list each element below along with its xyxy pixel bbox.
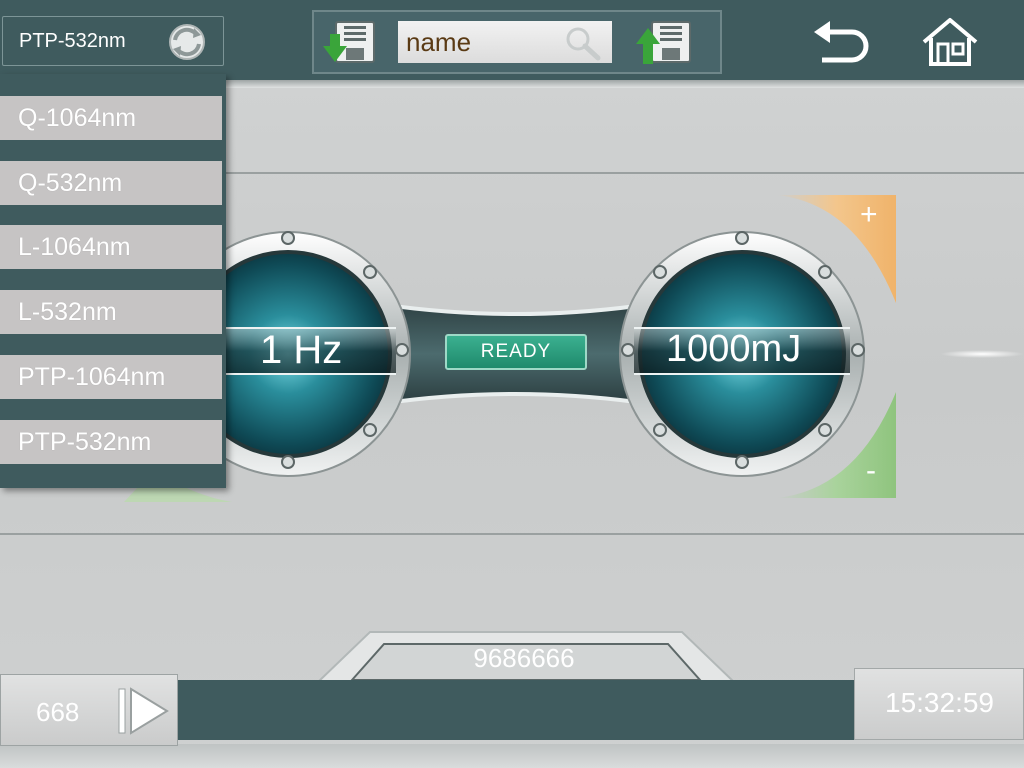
shot-counter[interactable]: 668	[0, 674, 178, 746]
dropdown-item-l-1064nm[interactable]: L-1064nm	[0, 225, 222, 269]
energy-value: 1000mJ	[666, 328, 802, 370]
lower-divider	[0, 533, 1024, 535]
dropdown-item-q-1064nm[interactable]: Q-1064nm	[0, 96, 222, 140]
mode-selector-label: PTP-532nm	[19, 29, 126, 52]
mode-selector[interactable]: PTP-532nm	[2, 16, 224, 66]
status-badge: READY	[445, 334, 587, 370]
refresh-icon[interactable]	[163, 21, 211, 63]
clock: 15:32:59	[854, 668, 1024, 740]
upload-icon[interactable]	[634, 20, 694, 68]
clock-time: 15:32:59	[885, 687, 994, 718]
bottom-bar	[178, 680, 854, 740]
play-icon[interactable]	[117, 686, 171, 736]
back-arrow-icon[interactable]	[812, 18, 872, 66]
mode-dropdown: Q-1064nm Q-532nm L-1064nm L-532nm PTP-10…	[0, 74, 226, 488]
search-icon[interactable]	[560, 24, 608, 62]
edge-glare	[940, 350, 1024, 358]
dropdown-item-ptp-1064nm[interactable]: PTP-1064nm	[0, 355, 222, 399]
download-icon[interactable]	[322, 20, 378, 66]
home-icon[interactable]	[920, 16, 980, 68]
bottom-shadow	[0, 744, 1024, 768]
search-input[interactable]	[398, 21, 558, 63]
frequency-value: 1 Hz	[260, 328, 343, 372]
shot-count: 668	[36, 697, 80, 727]
serial-number: 9686666	[473, 643, 575, 673]
dropdown-item-ptp-532nm[interactable]: PTP-532nm	[0, 420, 222, 464]
dropdown-item-l-532nm[interactable]: L-532nm	[0, 290, 222, 334]
dropdown-item-q-532nm[interactable]: Q-532nm	[0, 161, 222, 205]
